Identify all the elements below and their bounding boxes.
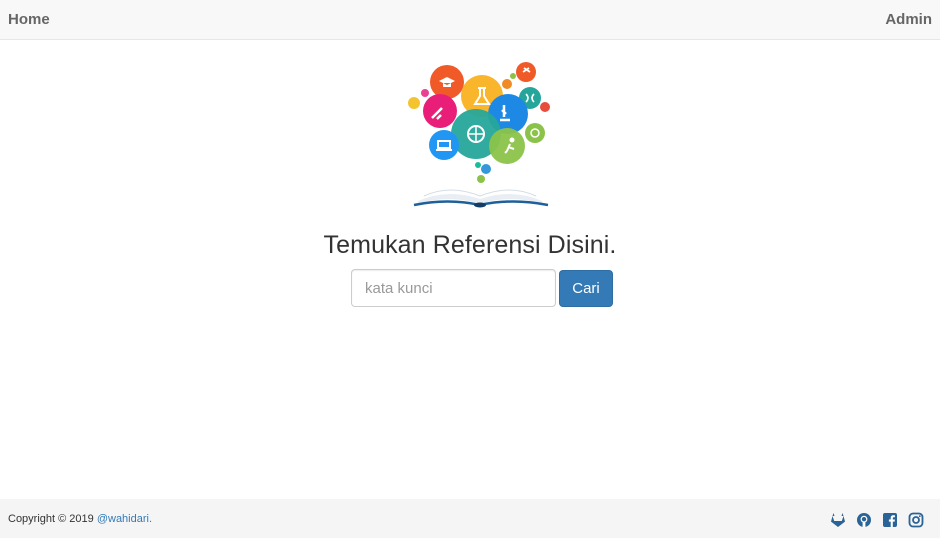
github-icon[interactable]: [856, 512, 872, 528]
page-title: Temukan Referensi Disini.: [323, 231, 617, 259]
footer: Copyright © 2019 @wahidari.: [0, 499, 940, 538]
navbar: Home Admin: [0, 0, 940, 40]
search-button[interactable]: Cari: [559, 270, 613, 307]
page: Home Admin Temukan Referensi Disini. kat…: [0, 0, 940, 538]
nav-home-link[interactable]: Home: [8, 11, 50, 28]
copyright-text: Copyright © 2019 @wahidari.: [8, 513, 152, 525]
nav-admin-link[interactable]: Admin: [885, 11, 932, 28]
author-link[interactable]: @wahidari.: [97, 513, 152, 525]
book-science-logo-icon: [404, 58, 556, 210]
instagram-icon[interactable]: [908, 512, 924, 528]
social-links: [830, 512, 930, 528]
facebook-icon[interactable]: [882, 512, 898, 528]
copyright-label: Copyright © 2019: [8, 513, 94, 525]
search-input[interactable]: [351, 269, 556, 307]
gitlab-icon[interactable]: [830, 512, 846, 528]
